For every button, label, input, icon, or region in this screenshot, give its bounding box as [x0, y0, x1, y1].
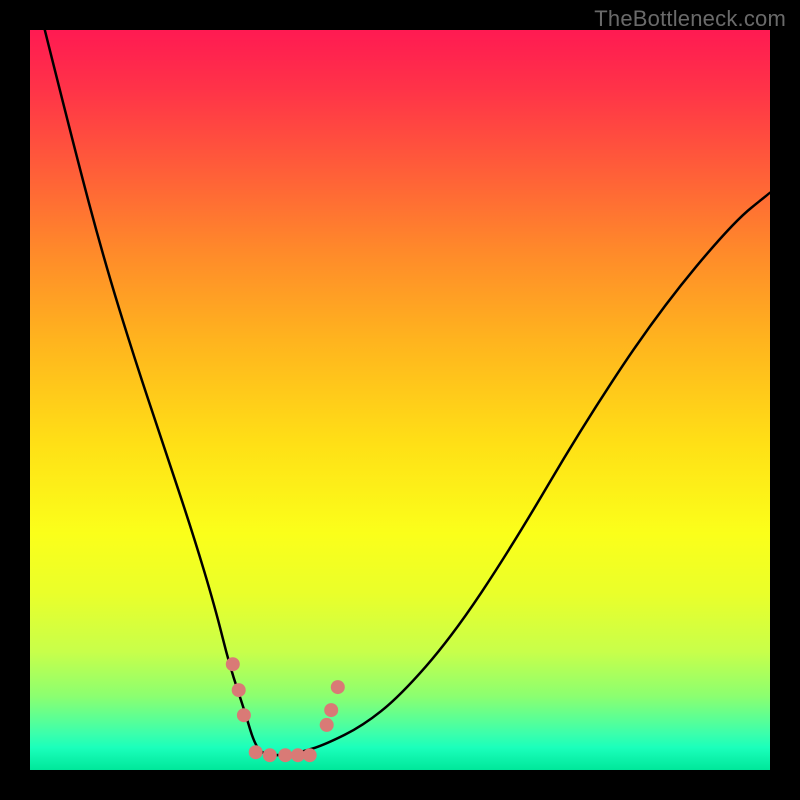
data-marker — [331, 680, 345, 694]
plot-background — [30, 30, 770, 770]
data-marker — [320, 718, 334, 732]
data-marker — [263, 748, 277, 762]
data-marker — [278, 748, 292, 762]
data-marker — [237, 708, 251, 722]
bottleneck-curve-path — [45, 30, 770, 755]
bottleneck-chart — [30, 30, 770, 770]
data-marker — [232, 683, 246, 697]
chart-frame: TheBottleneck.com — [0, 0, 800, 800]
data-marker — [303, 748, 317, 762]
data-marker — [324, 703, 338, 717]
data-marker — [226, 657, 240, 671]
watermark-text: TheBottleneck.com — [594, 6, 786, 32]
data-marker — [249, 745, 263, 759]
marker-group — [226, 657, 345, 762]
